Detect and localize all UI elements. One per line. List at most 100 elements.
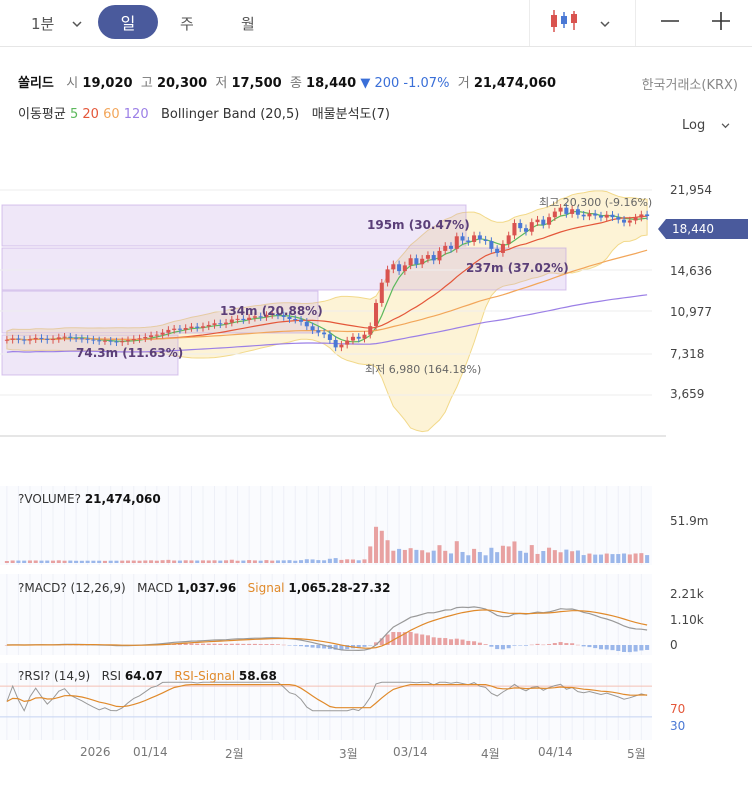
volume-bar — [177, 560, 182, 563]
candle-body — [454, 236, 459, 249]
volume-bar — [212, 560, 217, 563]
macd-histogram-bar — [489, 645, 494, 647]
candle-body — [587, 213, 592, 217]
volume-bar — [189, 560, 194, 563]
volume-bar — [518, 550, 523, 563]
candle-body — [45, 338, 50, 340]
candle-body — [68, 336, 73, 338]
candle-body — [229, 319, 234, 323]
candle-body — [518, 222, 523, 229]
macd-histogram-bar — [293, 645, 298, 646]
candle-body — [437, 250, 442, 261]
volume-bar — [16, 560, 21, 563]
macd-histogram-bar — [523, 645, 529, 646]
candle-body — [431, 255, 436, 261]
volume-bar — [252, 560, 257, 563]
x-axis-label: 4월 — [481, 747, 500, 761]
candle-body — [74, 337, 79, 339]
candle-body — [235, 318, 240, 320]
volume-bar — [541, 551, 546, 563]
current-price-tag: 18,440 — [658, 219, 748, 239]
candle-body — [200, 326, 206, 328]
candle-body — [79, 338, 84, 340]
volume-bar — [10, 560, 15, 563]
candle-body — [362, 334, 367, 339]
volume-bar — [22, 560, 27, 563]
macd-histogram-bar — [564, 643, 569, 645]
volume-bar — [616, 554, 621, 563]
macd-histogram-bar — [397, 632, 402, 645]
macd-panel-title: ?MACD? (12,26,9) MACD 1,037.96 Signal 1,… — [18, 581, 391, 595]
macd-histogram-bar — [593, 645, 598, 649]
candle-body — [299, 319, 304, 322]
volume-bar — [85, 560, 90, 563]
candle-body — [350, 336, 355, 341]
candle-body — [247, 317, 252, 320]
candle-body — [327, 334, 332, 340]
volume-bar — [495, 552, 500, 563]
volume-bar — [235, 560, 240, 563]
candle-body — [102, 340, 107, 342]
candle-body — [402, 265, 407, 272]
candle-body — [27, 339, 32, 341]
volume-bar — [604, 553, 609, 563]
volume-bar — [512, 541, 517, 563]
macd-histogram-bar — [518, 645, 523, 646]
low-annotation: 최저 6,980 (164.18%) — [365, 363, 482, 376]
macd-histogram-bar — [408, 631, 413, 645]
candle-body — [627, 220, 632, 223]
macd-histogram-bar — [241, 643, 246, 645]
candle-body — [593, 213, 598, 216]
macd-histogram-bar — [247, 643, 252, 645]
price-axis-label: 7,318 — [670, 347, 705, 361]
candle-body — [322, 332, 327, 335]
macd-histogram-bar — [506, 645, 511, 649]
volume-bar — [206, 560, 211, 563]
rsi-axis-label: 30 — [670, 719, 686, 733]
volume-bar — [281, 560, 286, 563]
volume-bar — [350, 559, 355, 563]
candle-body — [639, 214, 644, 218]
candle-body — [547, 217, 552, 225]
macd-histogram-bar — [437, 637, 442, 645]
candle-body — [16, 338, 21, 340]
volume-profile-label: 237m (37.02%) — [466, 261, 569, 275]
volume-bar — [322, 560, 327, 563]
volume-bar — [564, 549, 569, 563]
volume-bar — [258, 560, 263, 563]
candle-body — [604, 214, 609, 218]
volume-bar — [523, 552, 529, 563]
x-axis-label: 2월 — [225, 747, 244, 761]
candle-body — [443, 245, 448, 251]
macd-histogram-bar — [310, 645, 315, 648]
volume-bar — [114, 560, 119, 563]
macd-histogram-bar — [270, 644, 275, 645]
rsi-panel-title: ?RSI? (14,9) RSI 64.07 RSI-Signal 58.68 — [18, 669, 277, 683]
candle-body — [137, 338, 142, 340]
macd-histogram-bar — [633, 645, 638, 652]
macd-histogram-bar — [212, 643, 217, 645]
volume-bar — [356, 560, 361, 563]
volume-bar — [327, 558, 332, 563]
candle-body — [160, 332, 165, 335]
volume-bar — [4, 561, 9, 563]
macd-histogram-bar — [541, 644, 546, 646]
candle-body — [379, 282, 384, 303]
volume-bar — [108, 560, 113, 563]
volume-bar — [200, 560, 206, 563]
volume-bar — [218, 560, 223, 563]
volume-bar — [345, 559, 350, 563]
macd-histogram-bar — [500, 645, 505, 650]
volume-bar — [368, 546, 373, 563]
macd-histogram-bar — [258, 644, 263, 645]
volume-bar — [102, 560, 107, 563]
x-axis-label: 01/14 — [133, 745, 168, 759]
macd-histogram-bar — [477, 642, 482, 645]
candle-body — [529, 222, 534, 232]
candle-body — [154, 334, 159, 336]
candle-body — [125, 340, 131, 342]
candle-body — [391, 264, 396, 270]
volume-bar — [529, 545, 534, 563]
candle-body — [316, 330, 321, 333]
candle-body — [206, 324, 211, 327]
